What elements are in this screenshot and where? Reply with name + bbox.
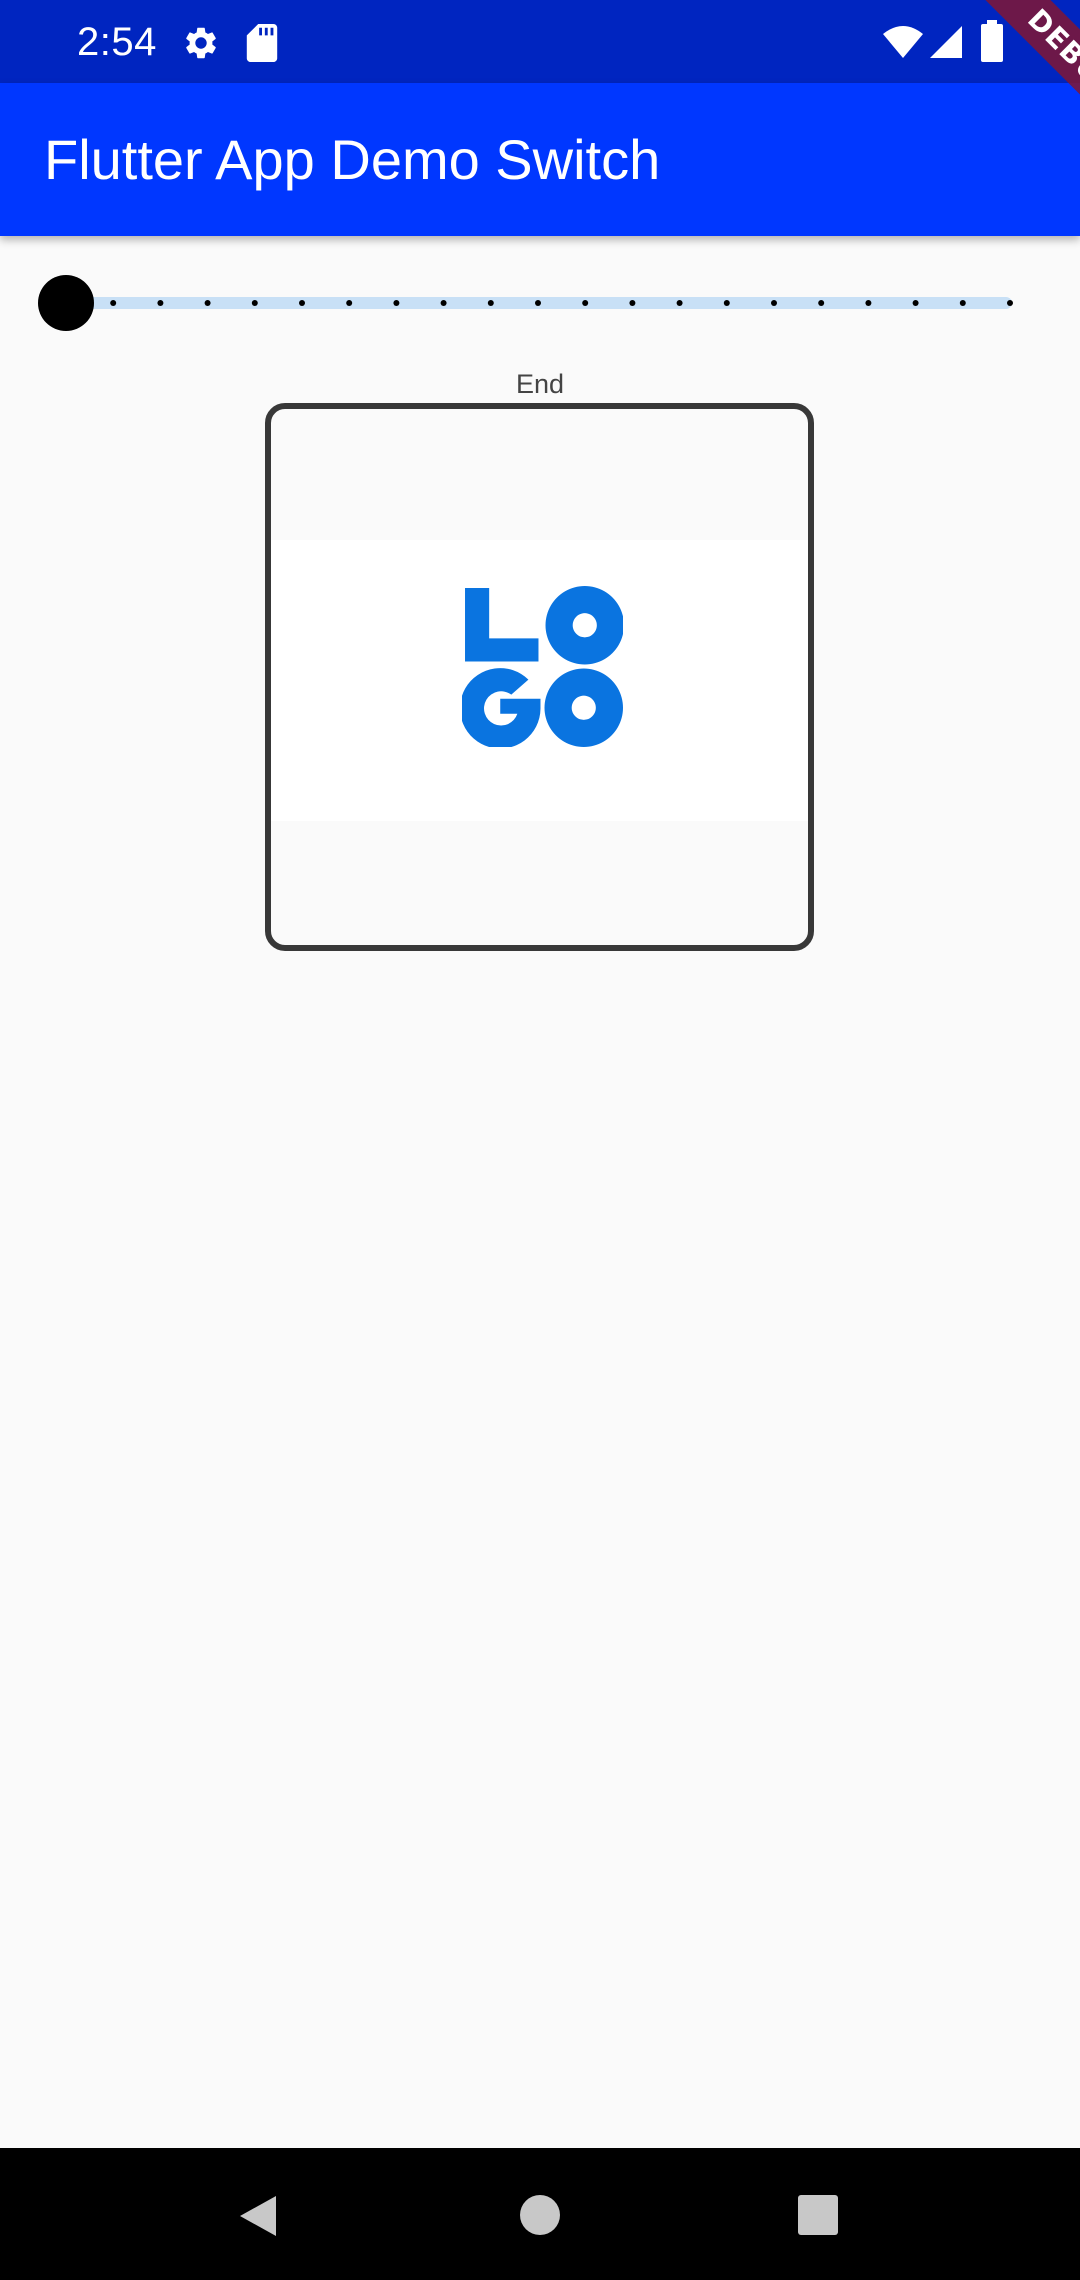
- slider-tick: [771, 300, 777, 306]
- slider-thumb[interactable]: [38, 275, 94, 331]
- sd-card-icon: [246, 24, 278, 62]
- slider-tick: [582, 300, 589, 306]
- slider-ticks: [110, 300, 1013, 306]
- status-time: 2:54: [77, 20, 157, 64]
- battery-icon: [981, 20, 1003, 62]
- slider-tick: [110, 300, 117, 306]
- nav-bar: [0, 2148, 1080, 2280]
- state-label: End: [515, 369, 565, 399]
- gear-icon: [186, 27, 216, 59]
- slider-tick: [818, 300, 825, 306]
- slider-tick: [912, 300, 919, 306]
- slider-tick: [346, 300, 353, 306]
- app-bar: Flutter App Demo Switch: [0, 83, 1080, 236]
- slider[interactable]: [38, 270, 1038, 336]
- logo-band: [271, 540, 808, 821]
- slider-tick: [1007, 300, 1013, 306]
- recents-icon[interactable]: [798, 2195, 838, 2235]
- wifi-icon: [883, 26, 923, 58]
- slider-tick: [157, 300, 164, 306]
- slider-tick: [299, 300, 305, 306]
- slider-tick: [723, 300, 730, 306]
- home-icon[interactable]: [519, 2194, 561, 2236]
- slider-tick: [865, 300, 872, 306]
- slider-tick: [959, 300, 966, 306]
- cell-signal-icon: [930, 26, 962, 58]
- slider-tick: [487, 300, 494, 306]
- back-icon[interactable]: [236, 2194, 280, 2238]
- slider-tick: [204, 300, 211, 306]
- slider-tick: [629, 300, 636, 306]
- slider-tick: [251, 300, 258, 306]
- slider-tick: [393, 300, 400, 306]
- logo-card: [265, 403, 814, 951]
- logo-image: [462, 586, 623, 747]
- status-bar: 2:54: [0, 0, 1080, 83]
- app-title: Flutter App Demo Switch: [44, 128, 661, 191]
- slider-tick: [676, 300, 683, 306]
- slider-tick: [535, 300, 541, 306]
- slider-tick: [440, 300, 447, 306]
